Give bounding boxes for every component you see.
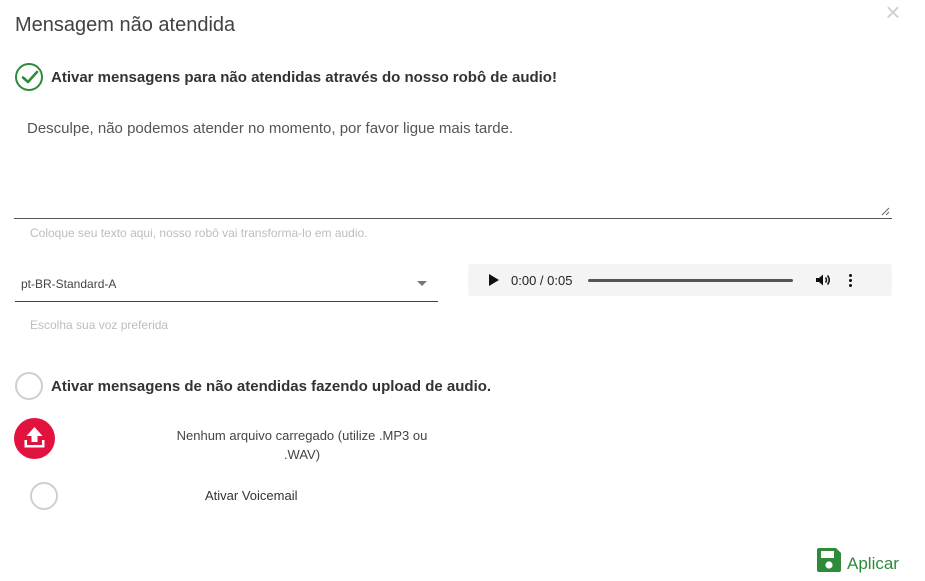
upload-option-label: Ativar mensagens de não atendidas fazend…: [51, 377, 492, 395]
audio-progress-track[interactable]: [588, 278, 794, 282]
tts-option-label: Ativar mensagens para não atendidas atra…: [51, 68, 557, 86]
audio-time: 0:00 / 0:05: [511, 272, 573, 288]
upload-option-radio[interactable]: [15, 372, 43, 400]
tts-option-radio[interactable]: [15, 63, 43, 91]
resize-grip-icon[interactable]: [881, 207, 890, 216]
voice-select[interactable]: pt-BR-Standard-A: [15, 266, 438, 302]
voicemail-radio[interactable]: [30, 482, 58, 510]
apply-label: Aplicar: [847, 554, 899, 573]
message-textarea[interactable]: [14, 110, 892, 218]
upload-icon: [24, 427, 45, 448]
message-textarea-wrapper: [14, 110, 892, 219]
dialog-title: Mensagem não atendida: [15, 14, 236, 36]
volume-icon[interactable]: [815, 273, 831, 287]
voice-select-value: pt-BR-Standard-A: [21, 277, 117, 291]
apply-button[interactable]: Aplicar: [815, 546, 899, 574]
voicemail-label: Ativar Voicemail: [205, 488, 298, 503]
audio-player: 0:00 / 0:05: [468, 264, 892, 296]
chevron-down-icon: [417, 281, 427, 286]
save-icon: [817, 548, 841, 572]
message-hint: Coloque seu texto aqui, nosso robô vai t…: [30, 226, 368, 240]
tts-option[interactable]: Ativar mensagens para não atendidas atra…: [15, 63, 557, 91]
more-options-icon[interactable]: [849, 273, 853, 287]
upload-option[interactable]: Ativar mensagens de não atendidas fazend…: [15, 372, 491, 400]
close-icon[interactable]: ×: [880, 0, 906, 26]
voice-hint: Escolha sua voz preferida: [30, 318, 169, 332]
play-icon[interactable]: [489, 274, 499, 286]
check-icon: [21, 70, 39, 84]
upload-button[interactable]: [14, 418, 55, 459]
upload-status: Nenhum arquivo carregado (utilize .MP3 o…: [176, 428, 428, 462]
